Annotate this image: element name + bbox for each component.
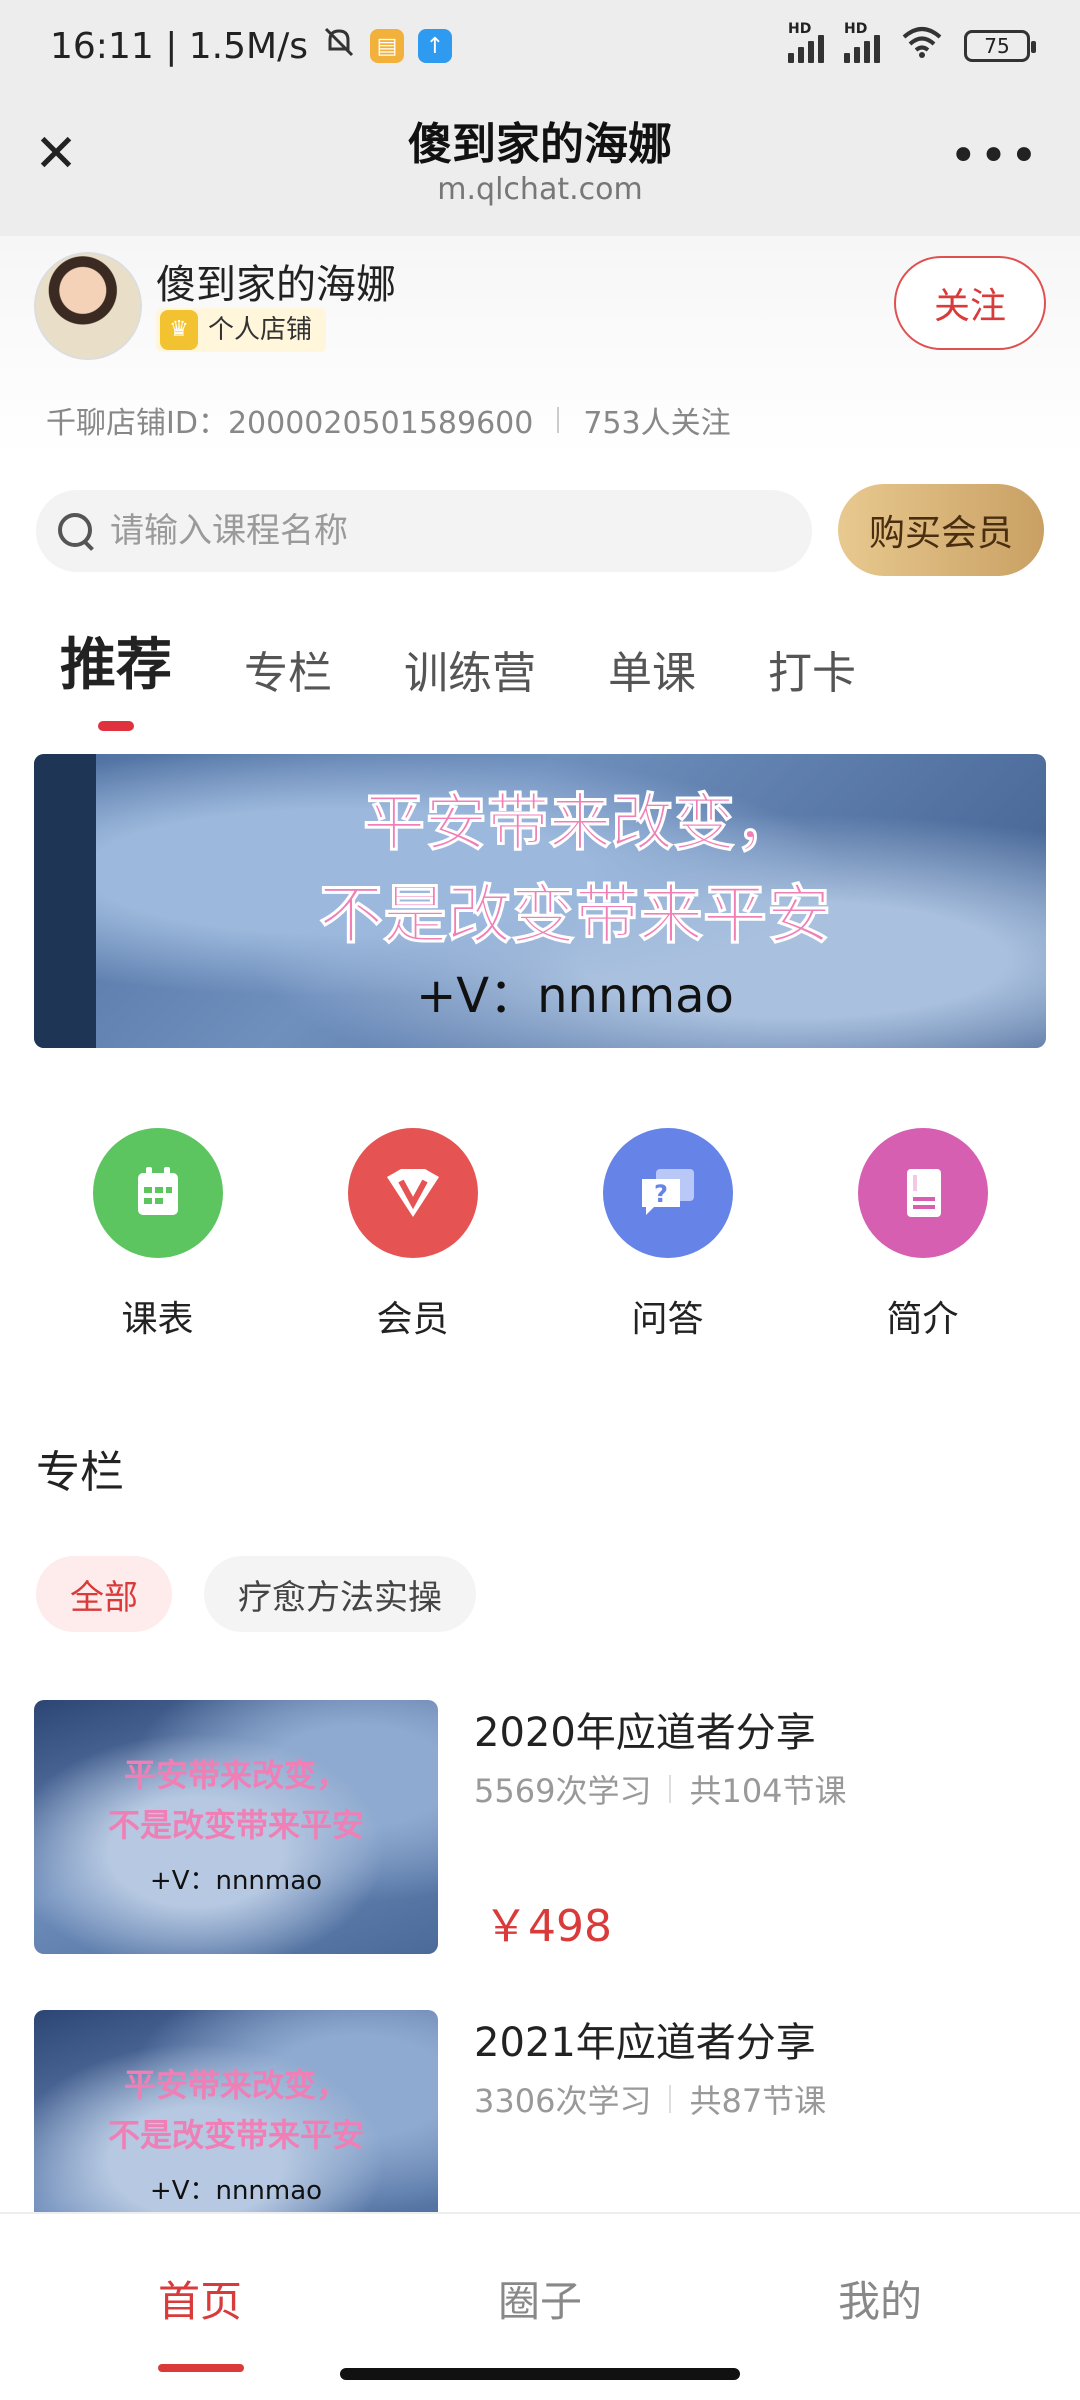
- quick-link-schedule[interactable]: 课表: [68, 1128, 248, 1342]
- notes-app-icon: ▤: [369, 29, 404, 63]
- search-input[interactable]: [110, 511, 790, 551]
- quick-link-membership[interactable]: 会员: [323, 1128, 503, 1342]
- quick-link-label: 简介: [886, 1299, 959, 1340]
- quick-links: 课表 会员 ? 问答 简介: [0, 1128, 1080, 1342]
- nav-home[interactable]: 首页: [100, 2268, 300, 2372]
- course-title: 2021年应道者分享: [474, 2020, 816, 2066]
- course-card[interactable]: 平安带来改变， 不是改变带来平安 +V：nnnmao 2020年应道者分享 55…: [34, 1700, 1046, 1954]
- page-url: m.qlchat.com: [437, 172, 643, 207]
- category-tabs: 推荐 专栏 训练营 单课 打卡: [60, 620, 928, 731]
- status-time: 16:11 | 1.5M/s: [50, 25, 308, 67]
- svg-text:?: ?: [654, 1180, 668, 1208]
- tab-recommended[interactable]: 推荐: [60, 620, 172, 731]
- quick-link-label: 课表: [121, 1299, 194, 1340]
- search-icon: [56, 511, 96, 551]
- shop-id: 千聊店铺ID：2000020501589600: [46, 406, 534, 441]
- lesson-count: 共87节课: [689, 2082, 827, 2120]
- divider: [557, 407, 560, 433]
- browser-header: ✕ 傻到家的海娜 m.qlchat.com •••: [0, 92, 1080, 236]
- banner-line-2: 不是改变带来平安: [319, 879, 832, 954]
- quick-link-label: 问答: [631, 1299, 704, 1340]
- banner-line-1: 平安带来改变，: [362, 786, 797, 860]
- signal-icon-2: HD: [844, 21, 880, 63]
- quick-link-label: 会员: [376, 1299, 449, 1340]
- promo-banner[interactable]: 平安带来改变， 不是改变带来平安 +V：nnnmao: [34, 754, 1046, 1048]
- document-icon: [857, 1128, 988, 1258]
- thumbnail-text: 平安带来改变，: [123, 1756, 348, 1794]
- home-indicator[interactable]: [340, 2368, 740, 2380]
- follow-button[interactable]: 关注: [894, 256, 1046, 350]
- shop-type-badge: ♛ 个人店铺: [156, 308, 327, 352]
- thumbnail-text: 不是改变带来平安: [107, 2116, 364, 2154]
- tab-training-camp[interactable]: 训练营: [404, 637, 536, 701]
- thumbnail-text: +V：nnnmao: [149, 2176, 323, 2206]
- lesson-count: 共104节课: [689, 1772, 847, 1810]
- bell-off-icon: [322, 25, 356, 68]
- divider: [669, 2085, 672, 2113]
- question-chat-icon: ?: [602, 1128, 733, 1258]
- avatar[interactable]: [34, 252, 142, 360]
- course-thumbnail: 平安带来改变， 不是改变带来平安 +V：nnnmao: [34, 1700, 438, 1954]
- battery-icon: 75: [964, 30, 1036, 62]
- shop-profile: 傻到家的海娜 ♛ 个人店铺 关注 千聊店铺ID：2000020501589600…: [0, 236, 1080, 456]
- signal-icon: HD: [788, 21, 824, 63]
- course-title: 2020年应道者分享: [474, 1710, 816, 1756]
- page-title: 傻到家的海娜: [408, 119, 672, 170]
- chip-all[interactable]: 全部: [36, 1556, 172, 1632]
- tab-columns[interactable]: 专栏: [244, 637, 332, 701]
- divider: [669, 1775, 672, 1803]
- section-title: 专栏: [36, 1447, 124, 1498]
- tab-check-in[interactable]: 打卡: [768, 637, 856, 701]
- learn-count: 3306次学习: [474, 2082, 652, 2120]
- filter-chips: 全部 疗愈方法实操: [36, 1556, 476, 1632]
- vip-icon: [347, 1128, 478, 1258]
- banner-line-3: +V：nnnmao: [416, 968, 734, 1024]
- tab-single-lesson[interactable]: 单课: [608, 637, 696, 701]
- follower-count: 753人关注: [583, 406, 731, 441]
- shop-type-label: 个人店铺: [208, 315, 313, 345]
- course-meta: 5569次学习 共104节课: [474, 1766, 847, 1812]
- thumbnail-text: 平安带来改变，: [123, 2066, 348, 2104]
- nav-me[interactable]: 我的: [780, 2268, 980, 2329]
- course-meta: 3306次学习 共87节课: [474, 2076, 826, 2122]
- buy-membership-button[interactable]: 购买会员: [838, 484, 1044, 576]
- learn-count: 5569次学习: [474, 1772, 652, 1810]
- thumbnail-text: +V：nnnmao: [149, 1866, 323, 1896]
- medal-icon: ♛: [160, 310, 198, 350]
- shop-meta: 千聊店铺ID：2000020501589600 753人关注: [46, 398, 731, 442]
- course-price: ￥498: [484, 1901, 612, 1952]
- more-icon[interactable]: •••: [949, 128, 1040, 184]
- calendar-icon: [92, 1128, 223, 1258]
- wifi-icon: [900, 25, 944, 68]
- quick-link-intro[interactable]: 简介: [833, 1128, 1013, 1342]
- quick-link-qa[interactable]: ? 问答: [578, 1128, 758, 1342]
- chip-healing-methods[interactable]: 疗愈方法实操: [204, 1556, 476, 1632]
- upload-app-icon: ↑: [417, 29, 452, 63]
- shop-name: 傻到家的海娜: [156, 262, 396, 308]
- status-bar: 16:11 | 1.5M/s ▤ ↑ HD HD 75: [0, 0, 1080, 92]
- search-bar[interactable]: [36, 490, 812, 572]
- thumbnail-text: 不是改变带来平安: [107, 1806, 364, 1844]
- nav-circle[interactable]: 圈子: [440, 2268, 640, 2329]
